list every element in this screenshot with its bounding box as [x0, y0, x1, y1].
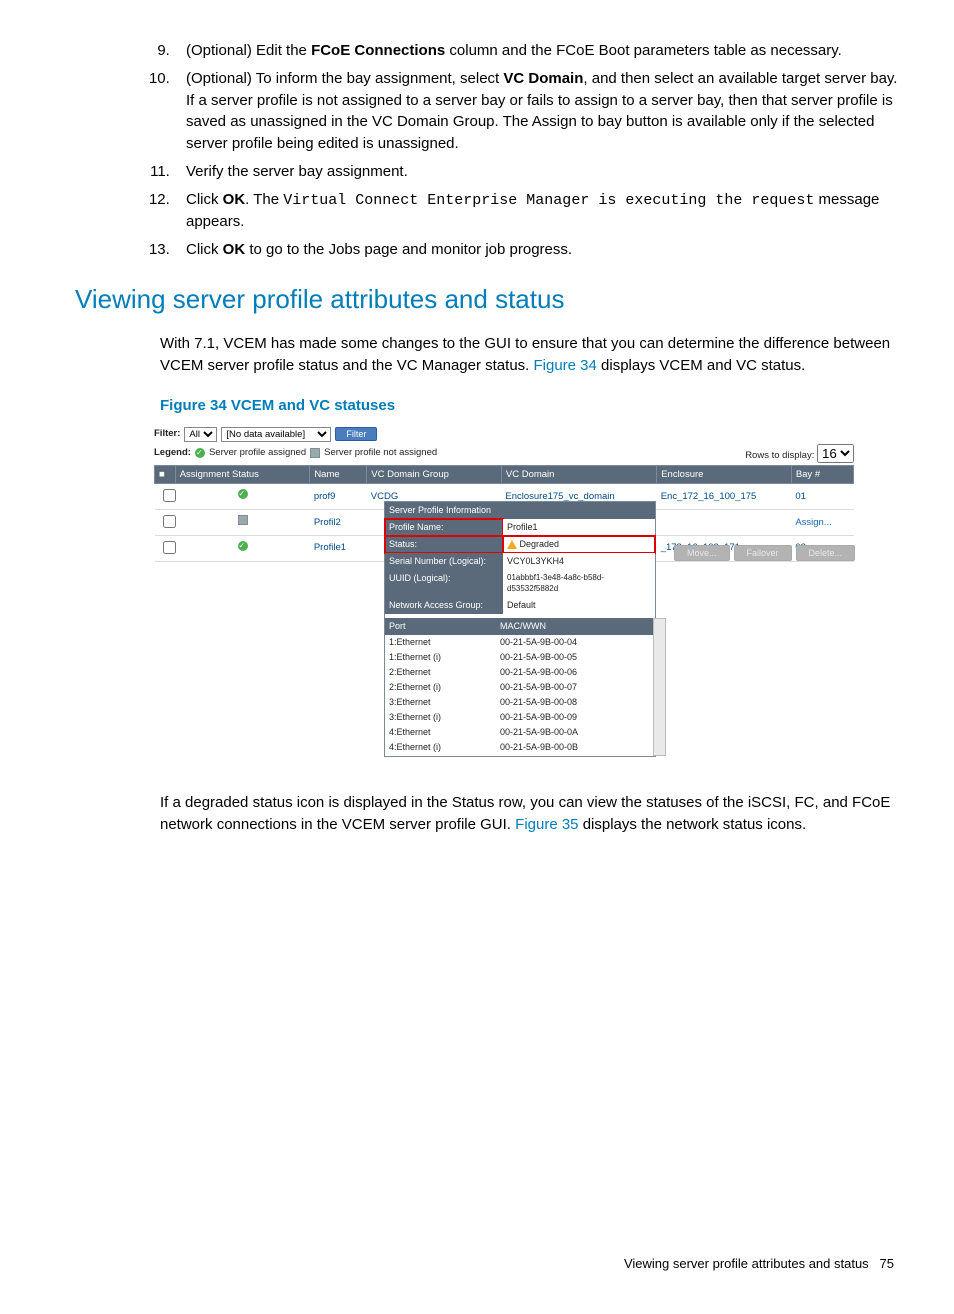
filter-nodata-select[interactable]: [No data available]	[221, 427, 331, 442]
not-assigned-icon	[310, 448, 320, 458]
filter-button[interactable]: Filter	[335, 427, 377, 441]
instruction-list: (Optional) Edit the FCoE Connections col…	[90, 40, 904, 261]
filter-label: Filter:	[154, 427, 180, 441]
after-figure-paragraph: If a degraded status icon is displayed i…	[90, 792, 904, 836]
legend-not-assigned: Server profile not assigned	[324, 446, 437, 460]
intro-paragraph: With 7.1, VCEM has made some changes to …	[90, 333, 904, 377]
step-9: (Optional) Edit the FCoE Connections col…	[174, 40, 904, 62]
assigned-icon	[195, 448, 205, 458]
delete-button[interactable]: Delete...	[796, 545, 856, 561]
status-ok-icon	[238, 541, 248, 551]
figure-34-link[interactable]: Figure 34	[534, 357, 597, 374]
step-11: Verify the server bay assignment.	[174, 161, 904, 183]
col-domain-group[interactable]: VC Domain Group	[367, 465, 502, 484]
profile-info-popover: Server Profile Information Profile Name:…	[384, 501, 656, 757]
figure-34-screenshot: Filter: All [No data available] Filter L…	[154, 427, 854, 562]
row-checkbox[interactable]	[163, 515, 176, 528]
col-domain[interactable]: VC Domain	[501, 465, 656, 484]
failover-button[interactable]: Failover	[734, 545, 792, 561]
col-assignment[interactable]: Assignment Status	[175, 465, 310, 484]
row-checkbox[interactable]	[163, 489, 176, 502]
rows-display-label: Rows to display:	[745, 450, 814, 461]
step-10: (Optional) To inform the bay assignment,…	[174, 68, 904, 155]
step-12: Click OK. The Virtual Connect Enterprise…	[174, 189, 904, 234]
status-ok-icon	[238, 489, 248, 499]
status-degraded-cell: Degraded	[503, 536, 655, 553]
step-13: Click OK to go to the Jobs page and moni…	[174, 239, 904, 261]
scrollbar[interactable]	[653, 618, 666, 755]
filter-all-select[interactable]: All	[184, 427, 217, 442]
col-bay[interactable]: Bay #	[791, 465, 853, 484]
section-heading: Viewing server profile attributes and st…	[75, 281, 904, 319]
page-footer: Viewing server profile attributes and st…	[90, 1255, 904, 1274]
status-na-icon	[238, 515, 248, 525]
popover-title: Server Profile Information	[385, 502, 655, 519]
figure-34-caption: Figure 34 VCEM and VC statuses	[90, 395, 904, 417]
legend-assigned: Server profile assigned	[209, 446, 306, 460]
figure-35-link[interactable]: Figure 35	[515, 816, 578, 833]
rows-display-select[interactable]: 16	[817, 444, 854, 463]
legend-label: Legend:	[154, 446, 191, 460]
col-enclosure[interactable]: Enclosure	[657, 465, 792, 484]
warning-icon	[507, 540, 517, 549]
col-checkbox[interactable]: ■	[155, 465, 176, 484]
col-name[interactable]: Name	[310, 465, 367, 484]
move-button[interactable]: Move...	[674, 545, 730, 561]
ports-table: PortMAC/WWN 1:Ethernet00-21-5A-9B-00-04 …	[385, 618, 655, 755]
row-checkbox[interactable]	[163, 541, 176, 554]
